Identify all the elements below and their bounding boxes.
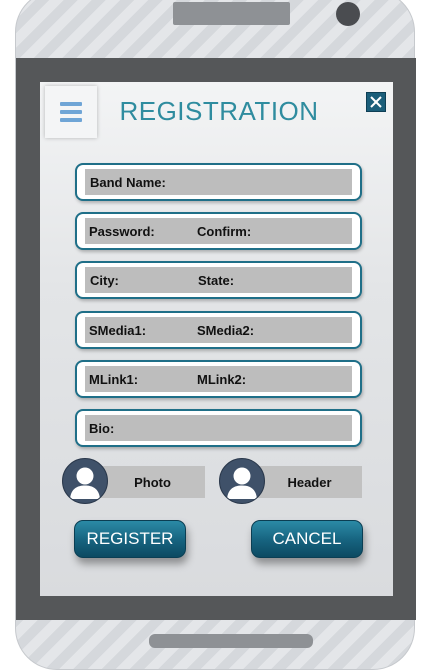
password-label: Password: [89, 223, 155, 239]
smedia1-input[interactable] [153, 317, 191, 343]
phone-camera [336, 2, 360, 26]
user-avatar-icon [70, 467, 100, 499]
photo-avatar-icon[interactable] [62, 458, 108, 504]
close-glyph [370, 96, 382, 108]
mlink1-input[interactable] [147, 366, 191, 392]
band-name-label: Band Name: [90, 174, 166, 190]
header-avatar-icon[interactable] [219, 458, 265, 504]
confirm-label: Confirm: [197, 223, 252, 239]
bio-input[interactable] [123, 415, 348, 441]
register-button[interactable]: REGISTER [74, 520, 186, 558]
bio-field: Bio: [75, 409, 362, 447]
social-media-field-bg: SMedia1: SMedia2: [85, 317, 352, 343]
city-label: City: [90, 272, 119, 288]
band-name-field-bg: Band Name: [85, 169, 352, 195]
music-links-field-bg: MLink1: MLink2: [85, 366, 352, 392]
smedia2-label: SMedia2: [197, 322, 255, 338]
menu-line [60, 110, 82, 114]
password-input[interactable] [157, 218, 187, 244]
register-button-label: REGISTER [86, 529, 174, 548]
cancel-button-label: CANCEL [272, 529, 342, 548]
smedia1-label: SMedia1: [89, 322, 147, 338]
photo-upload-label: Photo [134, 474, 171, 490]
band-name-input[interactable] [171, 169, 348, 195]
city-state-field: City: State: [75, 261, 362, 299]
cancel-button[interactable]: CANCEL [251, 520, 363, 558]
bio-field-bg: Bio: [85, 415, 352, 441]
header-upload-button[interactable]: Header [257, 466, 362, 498]
header-upload-label: Header [287, 474, 332, 490]
phone-speaker [173, 2, 290, 25]
social-media-field: SMedia1: SMedia2: [75, 311, 362, 349]
mlink2-label: MLink2: [197, 371, 247, 387]
bio-label: Bio: [89, 420, 115, 436]
password-confirm-field-bg: Password: Confirm: [85, 218, 352, 244]
confirm-input[interactable] [257, 218, 348, 244]
photo-upload-button[interactable]: Photo [100, 466, 205, 498]
music-links-field: MLink1: MLink2: [75, 360, 362, 398]
city-state-field-bg: City: State: [85, 267, 352, 293]
hamburger-menu-icon[interactable] [45, 86, 97, 138]
page-title: REGISTRATION [119, 96, 319, 126]
close-icon[interactable] [366, 92, 386, 112]
city-input[interactable] [125, 267, 189, 293]
mlink1-label: MLink1: [89, 371, 139, 387]
mlink2-input[interactable] [255, 366, 348, 392]
user-avatar-icon [227, 467, 257, 499]
phone-home-button[interactable] [149, 634, 313, 648]
menu-line [60, 102, 82, 106]
band-name-field: Band Name: [75, 163, 362, 201]
smedia2-input[interactable] [263, 317, 348, 343]
state-input[interactable] [241, 267, 348, 293]
password-confirm-field: Password: Confirm: [75, 212, 362, 250]
state-label: State: [198, 272, 235, 288]
menu-line [60, 118, 82, 122]
